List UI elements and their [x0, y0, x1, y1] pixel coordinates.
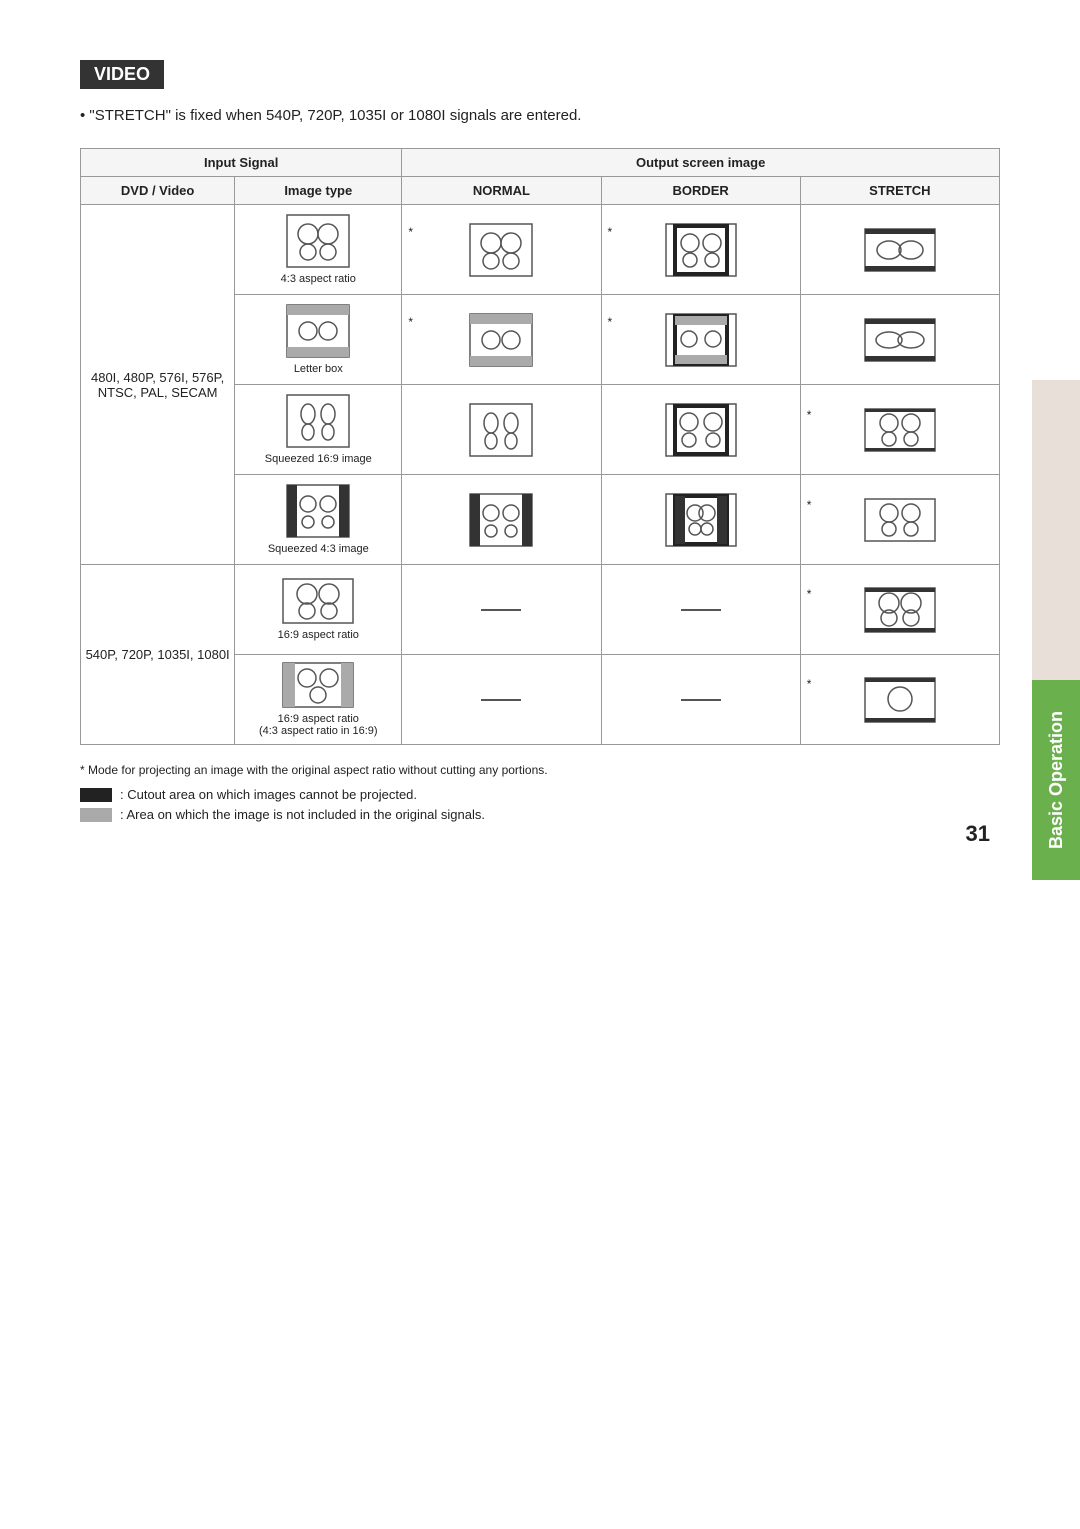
col-normal-header: NORMAL — [402, 177, 601, 205]
sidebar-tab-label: Basic Operation — [1046, 711, 1067, 849]
normal-letterbox: * — [402, 295, 601, 385]
border-sq169 — [601, 385, 800, 475]
normal-sq169 — [402, 385, 601, 475]
stretch-169: * — [800, 565, 999, 655]
imgtype-169: 16:9 aspect ratio — [235, 565, 402, 655]
screen-43-normal-input — [286, 214, 350, 268]
dvd-label-480: 480I, 480P, 576I, 576P, NTSC, PAL, SECAM — [81, 205, 235, 565]
screen-sq169-normal — [469, 403, 533, 457]
normal-sq43 — [402, 475, 601, 565]
label-169-43: 16:9 aspect ratio(4:3 aspect ratio in 16… — [259, 713, 378, 737]
legend-item-gray: : Area on which the image is not include… — [80, 807, 1000, 822]
star-marker: * — [807, 677, 812, 691]
screen-sq169-input — [286, 394, 350, 448]
screen-sq43-input — [286, 484, 350, 538]
imgtype-squeezed-43: Squeezed 4:3 image — [235, 475, 402, 565]
intro-text: • "STRETCH" is fixed when 540P, 720P, 10… — [80, 107, 1000, 124]
screen-sq43-stretch — [864, 498, 936, 542]
video-table: Input Signal Output screen image DVD / V… — [80, 148, 1000, 745]
normal-169-43 — [402, 655, 601, 745]
label-43: 4:3 aspect ratio — [281, 273, 356, 285]
screen-169-input — [282, 578, 354, 624]
screen-sq169-border — [665, 403, 737, 457]
table-row: 540P, 720P, 1035I, 1080I 16:9 aspect rat… — [81, 565, 1000, 655]
border-letterbox: * — [601, 295, 800, 385]
legend-label-gray: : Area on which the image is not include… — [120, 807, 485, 822]
normal-169 — [402, 565, 601, 655]
stretch-sq43: * — [800, 475, 999, 565]
screen-43-normal-output — [469, 223, 533, 277]
normal-43: * — [402, 205, 601, 295]
table-row: 480I, 480P, 576I, 576P, NTSC, PAL, SECAM… — [81, 205, 1000, 295]
star-marker: * — [608, 315, 613, 329]
legend-color-black — [80, 788, 112, 802]
stretch-169-43: * — [800, 655, 999, 745]
screen-169-43-stretch — [864, 677, 936, 723]
screen-letterbox-input — [286, 304, 350, 358]
star-marker: * — [807, 498, 812, 512]
screen-sq43-border — [665, 493, 737, 547]
imgtype-letterbox: Letter box — [235, 295, 402, 385]
input-signal-header: Input Signal — [81, 149, 402, 177]
col-dvd-header: DVD / Video — [81, 177, 235, 205]
border-43: * — [601, 205, 800, 295]
section-heading: VIDEO — [80, 60, 164, 89]
screen-169-stretch — [864, 587, 936, 633]
stretch-43 — [800, 205, 999, 295]
legend-color-gray — [80, 808, 112, 822]
imgtype-squeezed-169: Squeezed 16:9 image — [235, 385, 402, 475]
border-169-43 — [601, 655, 800, 745]
screen-43-stretch-output — [864, 228, 936, 272]
screen-sq169-stretch — [864, 408, 936, 452]
star-marker: * — [807, 408, 812, 422]
col-imgtype-header: Image type — [235, 177, 402, 205]
stretch-letterbox — [800, 295, 999, 385]
label-sq43: Squeezed 4:3 image — [268, 543, 369, 555]
sidebar-operation-tab: Basic Operation — [1032, 680, 1080, 880]
border-169 — [601, 565, 800, 655]
star-marker: * — [608, 225, 613, 239]
note-text: * Mode for projecting an image with the … — [80, 763, 1000, 777]
legend: : Cutout area on which images cannot be … — [80, 787, 1000, 822]
label-169: 16:9 aspect ratio — [278, 629, 359, 641]
star-marker: * — [807, 587, 812, 601]
screen-sq43-normal — [469, 493, 533, 547]
stretch-sq169: * — [800, 385, 999, 475]
legend-label-black: : Cutout area on which images cannot be … — [120, 787, 417, 802]
border-sq43 — [601, 475, 800, 565]
screen-letterbox-normal — [469, 313, 533, 367]
screen-43-border-output — [665, 223, 737, 277]
imgtype-43: 4:3 aspect ratio — [235, 205, 402, 295]
col-stretch-header: STRETCH — [800, 177, 999, 205]
label-letterbox: Letter box — [294, 363, 343, 375]
screen-169-43-input — [282, 662, 354, 708]
screen-letterbox-border — [665, 313, 737, 367]
page-number: 31 — [966, 821, 990, 847]
screen-letterbox-stretch — [864, 318, 936, 362]
star-marker: * — [408, 225, 413, 239]
col-border-header: BORDER — [601, 177, 800, 205]
star-marker: * — [408, 315, 413, 329]
label-sq169: Squeezed 16:9 image — [265, 453, 372, 465]
output-screen-header: Output screen image — [402, 149, 1000, 177]
legend-item-black: : Cutout area on which images cannot be … — [80, 787, 1000, 802]
sidebar-decorative-tab — [1032, 380, 1080, 680]
imgtype-169-43: 16:9 aspect ratio(4:3 aspect ratio in 16… — [235, 655, 402, 745]
dvd-label-540: 540P, 720P, 1035I, 1080I — [81, 565, 235, 745]
